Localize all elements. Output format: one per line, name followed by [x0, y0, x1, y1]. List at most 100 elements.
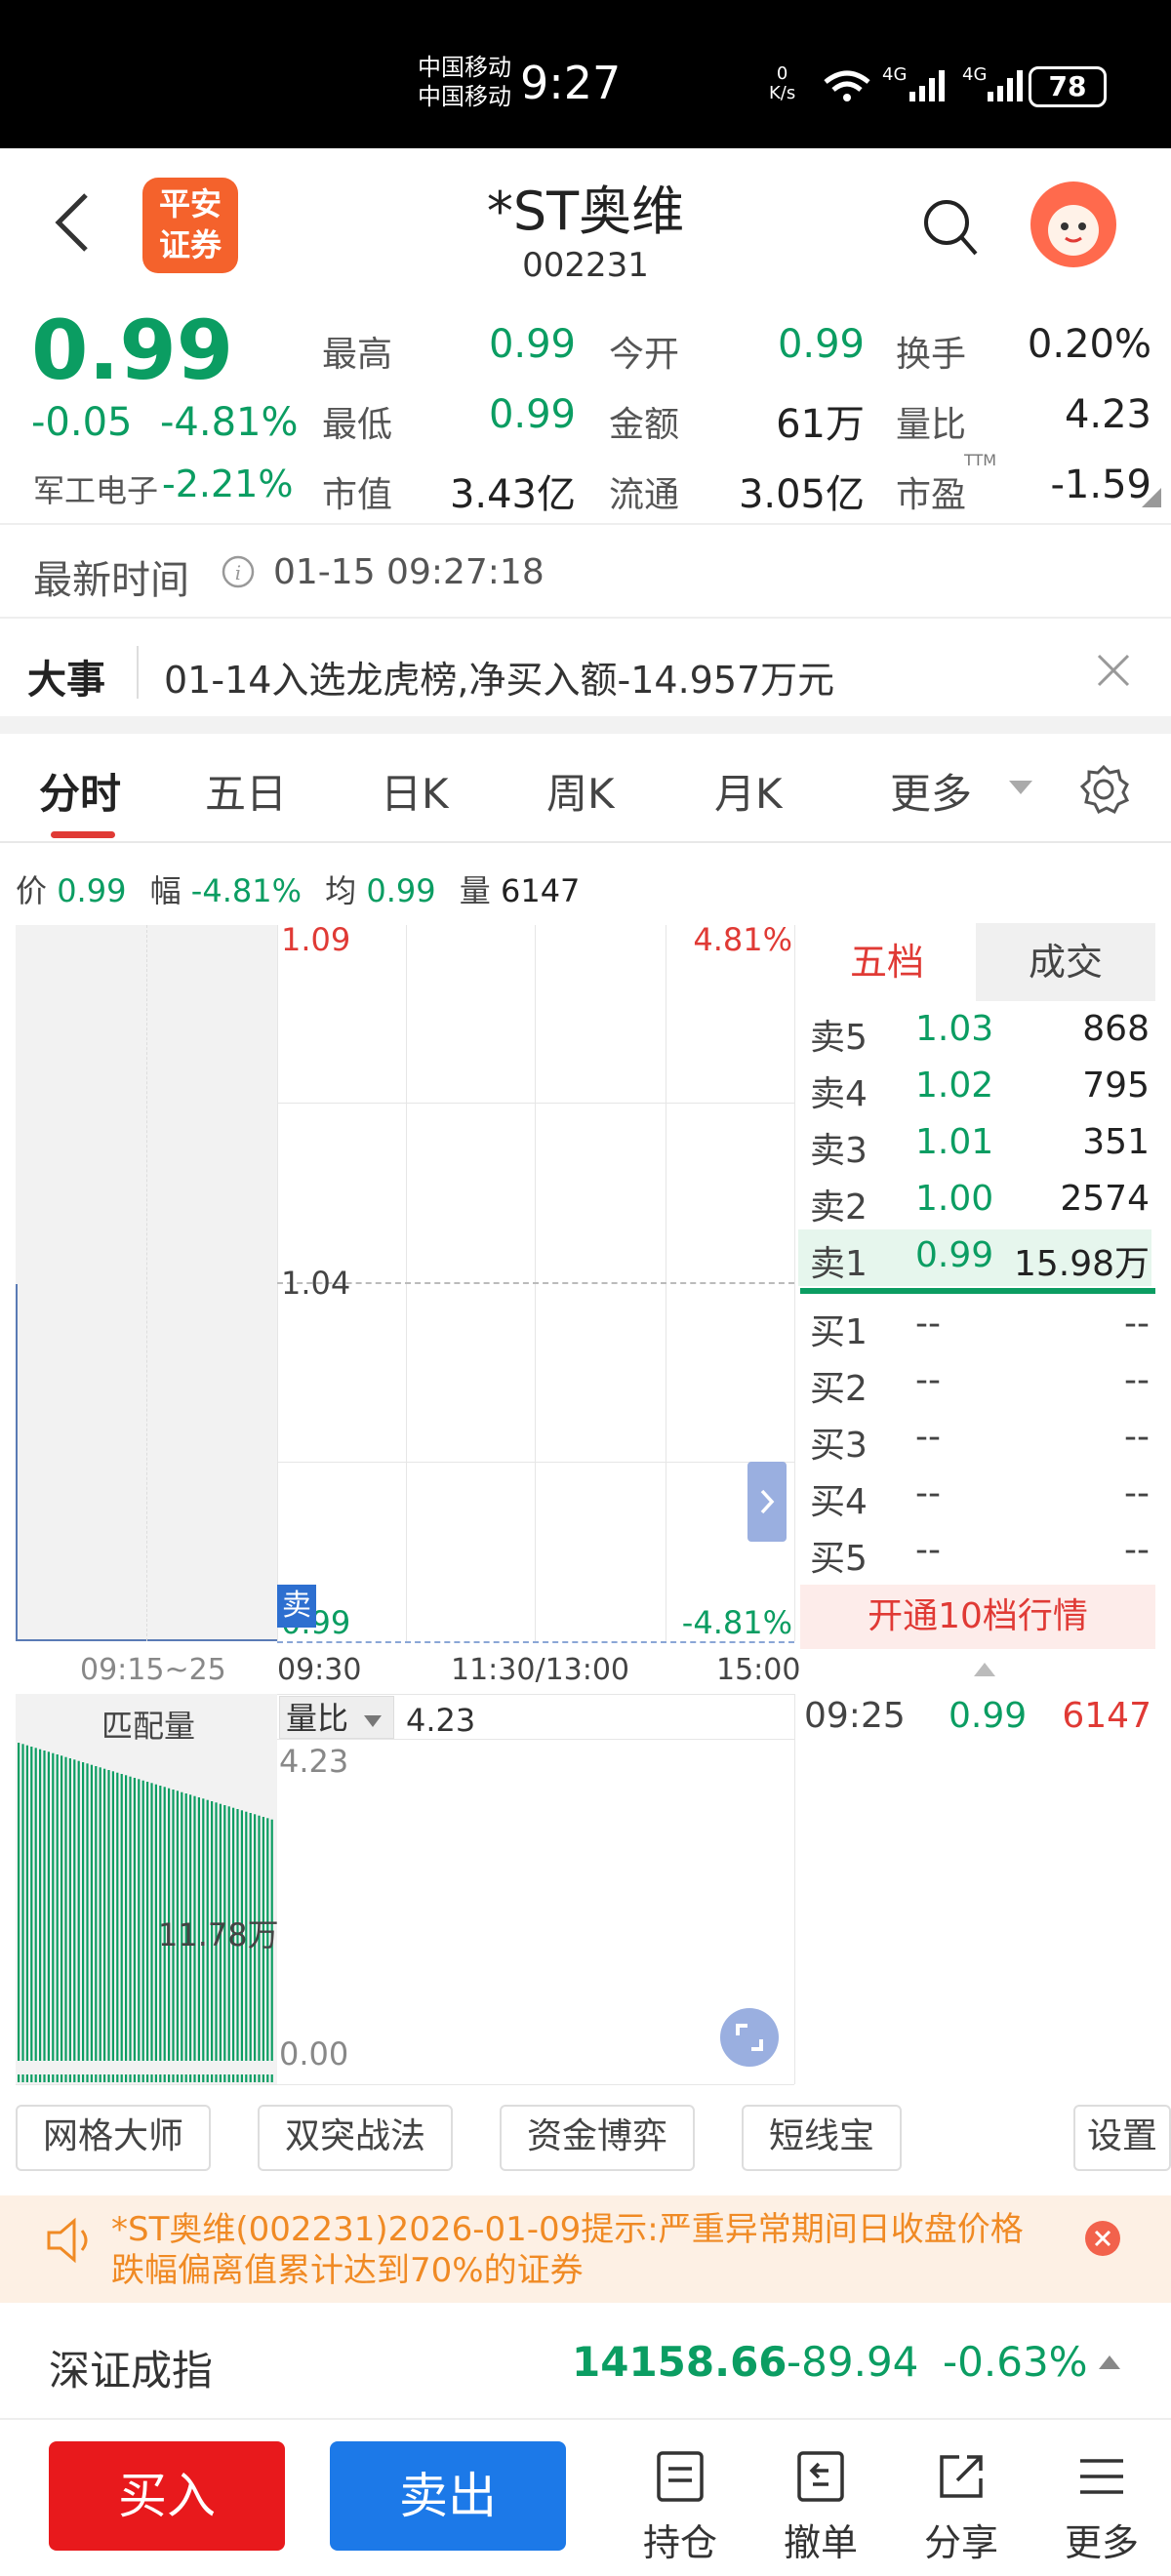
auction-volume-bar — [90, 1764, 93, 2061]
chart-info-line: 价 0.99 幅 -4.81% 均 0.99 量 6147 — [16, 866, 580, 911]
expand-corner-icon[interactable] — [1142, 488, 1161, 507]
auction-volume-bar — [61, 1755, 63, 2061]
broker-logo[interactable]: 平安 证券 — [142, 178, 238, 273]
chevron-down-icon[interactable] — [1007, 779, 1034, 798]
tab-daily-k[interactable]: 日K — [381, 761, 449, 821]
auction-volume-bar — [111, 1771, 114, 2061]
bid-row[interactable]: 买4 -- -- — [798, 1468, 1151, 1524]
auction-volume-bar-base — [215, 2074, 218, 2082]
ask-price: 1.00 — [915, 1179, 994, 1219]
ask-volume: 15.98万 — [1013, 1244, 1150, 1284]
positions-label: 持仓 — [642, 2521, 717, 2564]
clock: 9:27 — [520, 57, 622, 109]
risk-notice[interactable]: *ST奥维(002231)2026-01-09提示:严重异常期间日收盘价格跌幅偏… — [0, 2195, 1171, 2303]
current-price: 0.99 — [31, 302, 234, 398]
grid-line — [794, 1694, 795, 2084]
info-icon[interactable]: i — [221, 554, 256, 589]
close-icon[interactable] — [1095, 652, 1132, 689]
auction-volume-bar-base — [138, 2074, 141, 2082]
field-value: 0.99 — [488, 392, 576, 437]
bid-volume: -- — [1124, 1417, 1150, 1457]
positions-icon — [657, 2451, 704, 2502]
index-bar[interactable]: 深证成指 14158.66 -89.94 -0.63% — [0, 2303, 1171, 2420]
bid-volume: -- — [1124, 1473, 1150, 1513]
tab-intraday[interactable]: 分时 — [39, 761, 121, 821]
tab-five-day[interactable]: 五日 — [205, 761, 287, 821]
buy-button[interactable]: 买入 — [49, 2441, 285, 2551]
share-button[interactable]: 分享 — [908, 2449, 1015, 2566]
sector-name[interactable]: 军工电子 — [33, 466, 158, 511]
tool-settings[interactable]: 设置 — [1073, 2105, 1171, 2171]
auction-volume-bar — [120, 1774, 123, 2061]
ask-row[interactable]: 卖3 1.01 351 — [798, 1116, 1151, 1173]
field-label: 流通 — [609, 475, 680, 515]
ask-price: 0.99 — [915, 1235, 994, 1275]
event-text[interactable]: 01-14入选龙虎榜,净买入额-14.957万元 — [164, 650, 834, 704]
tool-double-breakout[interactable]: 双突战法 — [258, 2105, 453, 2171]
auction-volume-bar-base — [245, 2074, 248, 2082]
fullscreen-button[interactable] — [720, 2008, 779, 2067]
sell-button[interactable]: 卖出 — [330, 2441, 566, 2551]
cancel-order-button[interactable]: 撤单 — [767, 2449, 874, 2566]
field-label: 金额 — [609, 405, 680, 445]
auction-volume-bar — [150, 1783, 153, 2061]
amplitude-label: 幅 — [149, 872, 182, 909]
grid-line — [277, 1462, 794, 1463]
tool-grid-master[interactable]: 网格大师 — [16, 2105, 211, 2171]
ask-row[interactable]: 卖2 1.00 2574 — [798, 1173, 1151, 1229]
sell-marker[interactable]: 卖 — [277, 1585, 316, 1628]
auction-volume-bar-base — [211, 2074, 214, 2082]
auction-volume-bar — [103, 1768, 106, 2061]
bid-row[interactable]: 买3 -- -- — [798, 1411, 1151, 1468]
gear-icon[interactable] — [1077, 763, 1130, 816]
net-speed: 0 K/s — [769, 64, 795, 103]
bid-row[interactable]: 买2 -- -- — [798, 1354, 1151, 1411]
indicator-select[interactable]: 量比 — [279, 1696, 394, 1739]
risk-notice-text: *ST奥维(002231)2026-01-09提示:严重异常期间日收盘价格跌幅偏… — [111, 2210, 1024, 2290]
bid-row[interactable]: 买5 -- -- — [798, 1524, 1151, 1581]
tab-trades[interactable]: 成交 — [976, 923, 1155, 1001]
ask-row-best[interactable]: 卖1 0.99 15.98万 — [798, 1229, 1151, 1286]
bid-row[interactable]: 买1 -- -- — [798, 1298, 1151, 1354]
bid-volume: -- — [1124, 1304, 1150, 1344]
back-arrow-icon[interactable] — [51, 191, 94, 254]
field-value: 61万 — [776, 402, 865, 447]
ask-price: 1.02 — [915, 1066, 994, 1106]
positions-button[interactable]: 持仓 — [626, 2449, 734, 2566]
tab-more[interactable]: 更多 — [890, 761, 972, 821]
tool-short-line[interactable]: 短线宝 — [742, 2105, 902, 2171]
auction-volume-bar-base — [176, 2074, 179, 2082]
expand-panel-button[interactable] — [747, 1462, 787, 1542]
ask-row[interactable]: 卖4 1.02 795 — [798, 1060, 1151, 1116]
price-label: 价 — [16, 872, 48, 909]
auction-volume-bar — [52, 1752, 55, 2061]
field-label: 今开 — [609, 335, 680, 375]
index-value: 14158.66 — [572, 2338, 787, 2386]
ask-row[interactable]: 卖5 1.03 868 — [798, 1003, 1151, 1060]
close-notice-icon[interactable] — [1083, 2219, 1122, 2258]
bid-price: -- — [915, 1360, 941, 1400]
field-label: 最高 — [322, 335, 393, 375]
tab-monthly-k[interactable]: 月K — [714, 761, 783, 821]
search-icon[interactable] — [921, 197, 980, 260]
upgrade-level10-button[interactable]: 开通10档行情 — [800, 1585, 1155, 1649]
field-label: 换手 — [896, 335, 967, 375]
sector-change-pct[interactable]: -2.21% — [162, 463, 293, 505]
more-button[interactable]: 更多 — [1048, 2449, 1155, 2566]
auction-volume-bar-base — [181, 2074, 183, 2082]
more-label: 更多 — [1064, 2521, 1139, 2564]
auction-volume-bar — [146, 1782, 149, 2061]
chevron-up-icon[interactable] — [972, 1661, 997, 1678]
tab-order-book[interactable]: 五档 — [798, 923, 976, 1001]
logo-line-2: 证券 — [158, 226, 222, 263]
volume-axis-bottom: 0.00 — [279, 2035, 349, 2073]
assistant-avatar[interactable] — [1030, 181, 1116, 267]
auction-volume-bar-base — [56, 2074, 59, 2082]
average-label: 均 — [325, 872, 357, 909]
stock-code: 002231 — [522, 246, 649, 285]
auction-volume-bar-base — [172, 2074, 175, 2082]
field-value: 0.20% — [1027, 322, 1151, 367]
tab-weekly-k[interactable]: 周K — [546, 761, 615, 821]
y-axis-mid: 1.04 — [281, 1265, 351, 1302]
tool-fund-game[interactable]: 资金博弈 — [500, 2105, 695, 2171]
